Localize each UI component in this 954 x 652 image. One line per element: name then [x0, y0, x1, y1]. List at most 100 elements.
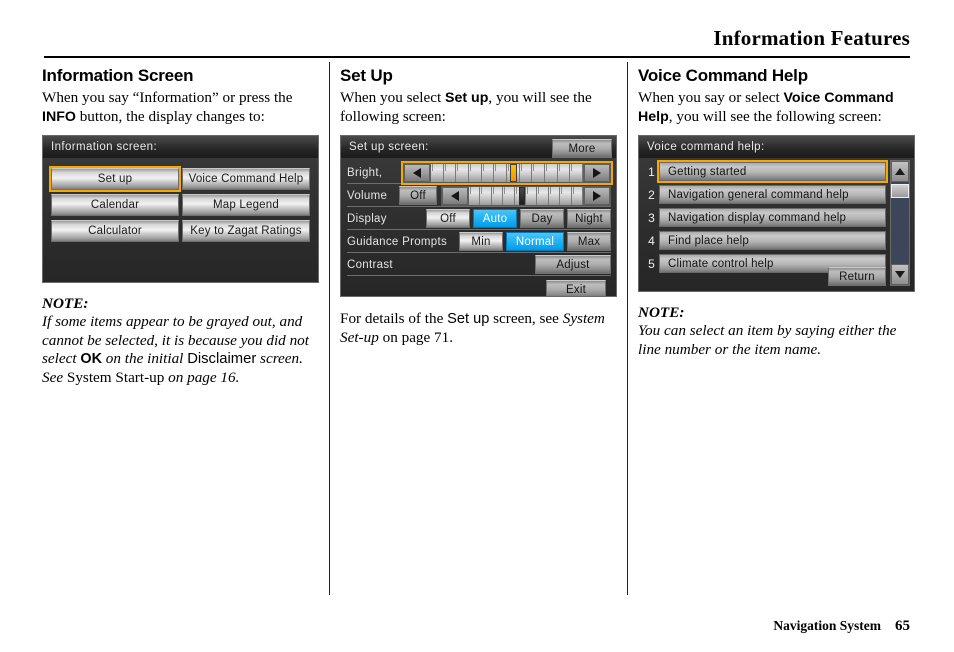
guidance-option-min[interactable]: Min — [459, 232, 503, 251]
vch-return-button[interactable]: Return — [828, 267, 886, 286]
setup-row-bright: Bright, — [347, 160, 613, 185]
column-voice-command-help: Voice Command Help When you say or selec… — [638, 66, 915, 359]
guidance-option-normal[interactable]: Normal — [506, 232, 564, 251]
setup-label-volume: Volume — [347, 189, 388, 202]
guidance-option-max[interactable]: Max — [567, 232, 611, 251]
display-option-group: Off Auto Day Night — [426, 209, 611, 228]
note-col1-disclaimer: Disclaimer — [187, 351, 257, 367]
bright-slider-thumb[interactable] — [510, 163, 518, 182]
note-label-col1: NOTE: — [42, 295, 89, 312]
setup-more-button[interactable]: More — [552, 139, 612, 158]
set-up-screen-mock: Set up screen: More Bright, Volume Off D… — [340, 135, 617, 297]
page-title: Information Features — [713, 26, 910, 50]
vch-item-find-place-help[interactable]: Find place help — [659, 231, 886, 250]
vch-return-row: Return — [828, 267, 886, 286]
section-heading-set-up: Set Up — [340, 66, 393, 85]
page-footer: Navigation System 65 — [773, 618, 910, 635]
setup-row-divider-3 — [347, 229, 611, 230]
column-set-up: Set Up When you select Set up, you will … — [340, 66, 617, 347]
vch-screen-titlebar: Voice command help: — [639, 136, 914, 158]
info-button-map-legend[interactable]: Map Legend — [182, 194, 310, 216]
information-screen-titlebar: Information screen: — [43, 136, 318, 158]
setup-ref-setup-label: Set up — [447, 311, 490, 327]
section-heading-voice-command-help: Voice Command Help — [638, 66, 808, 85]
vch-item-number-3: 3 — [648, 210, 655, 225]
setup-row-divider-5 — [347, 275, 611, 276]
vch-item-number-4: 4 — [648, 233, 655, 248]
note-body-col1: If some items appear to be grayed out, a… — [42, 313, 319, 387]
information-intro-paragraph: When you say “Information” or press the … — [42, 89, 319, 126]
volume-slider[interactable] — [441, 185, 611, 206]
note-col1-part-d: on page 16. — [164, 368, 240, 386]
note-col1-ok: OK — [80, 351, 102, 367]
setup-ref-part-a: For details of the — [340, 310, 448, 327]
vch-scroll-track[interactable] — [891, 182, 909, 264]
vch-item-list: 1 Getting started 2 Navigation general c… — [639, 158, 914, 274]
list-item[interactable]: 2 Navigation general command help — [644, 184, 886, 205]
bright-slider[interactable] — [401, 160, 613, 185]
information-screen-button-grid: Set up Voice Command Help Calendar Map L… — [43, 158, 318, 242]
vch-item-getting-started[interactable]: Getting started — [657, 160, 888, 183]
vch-item-navigation-general-command-help[interactable]: Navigation general command help — [659, 185, 886, 204]
setup-rows: Bright, Volume Off Display Off Auto Day … — [341, 158, 616, 296]
column-divider-1 — [329, 62, 330, 595]
vch-item-number-1: 1 — [648, 164, 655, 179]
volume-decrease-arrow-icon[interactable] — [442, 186, 468, 205]
list-item[interactable]: 3 Navigation display command help — [644, 207, 886, 228]
footer-book-title: Navigation System — [773, 618, 881, 633]
setup-row-divider-2 — [347, 206, 611, 207]
info-button-calculator[interactable]: Calculator — [51, 220, 179, 242]
vch-item-number-5: 5 — [648, 256, 655, 271]
setup-ref-part-e: on page 71. — [378, 328, 454, 346]
vch-intro-part-a: When you say or select — [638, 89, 784, 106]
setup-intro-paragraph: When you select Set up, you will see the… — [340, 89, 617, 126]
info-button-voice-command-help[interactable]: Voice Command Help — [182, 168, 310, 190]
note-label-col3: NOTE: — [638, 304, 685, 321]
section-heading-information-screen: Information Screen — [42, 66, 194, 85]
column-divider-2 — [627, 62, 628, 595]
volume-slider-thumb[interactable] — [519, 186, 526, 205]
setup-row-divider-4 — [347, 252, 611, 253]
volume-slider-track[interactable] — [468, 186, 584, 205]
list-item[interactable]: 1 Getting started — [644, 160, 888, 183]
manual-page: Information Features Information Screen … — [0, 0, 954, 652]
setup-row-volume: Volume Off — [347, 185, 611, 206]
setup-intro-setup-label: Set up — [445, 90, 489, 106]
display-option-day[interactable]: Day — [520, 209, 564, 228]
info-button-set-up[interactable]: Set up — [49, 166, 181, 192]
voice-command-help-screen-mock: Voice command help: 1 Getting started 2 … — [638, 135, 915, 292]
vch-item-number-2: 2 — [648, 187, 655, 202]
setup-row-divider-1 — [347, 183, 611, 184]
vch-intro-paragraph: When you say or select Voice Command Hel… — [638, 89, 915, 126]
footer-page-number: 65 — [895, 618, 910, 634]
setup-exit-button[interactable]: Exit — [546, 280, 606, 296]
information-screen-mock: Information screen: Set up Voice Command… — [42, 135, 319, 283]
vch-item-navigation-display-command-help[interactable]: Navigation display command help — [659, 208, 886, 227]
bright-increase-arrow-icon[interactable] — [584, 163, 610, 182]
scroll-down-arrow-icon[interactable] — [891, 264, 909, 285]
setup-row-guidance-prompts: Guidance Prompts Min Normal Max — [347, 231, 611, 252]
display-option-auto[interactable]: Auto — [473, 209, 517, 228]
info-button-calendar[interactable]: Calendar — [51, 194, 179, 216]
list-item[interactable]: 4 Find place help — [644, 230, 886, 251]
info-button-name: INFO — [42, 108, 76, 125]
info-button-key-to-zagat-ratings[interactable]: Key to Zagat Ratings — [182, 220, 310, 242]
setup-row-contrast: Contrast Adjust — [347, 254, 611, 275]
vch-scroll-thumb[interactable] — [891, 184, 909, 198]
display-option-night[interactable]: Night — [567, 209, 611, 228]
volume-increase-arrow-icon[interactable] — [584, 186, 610, 205]
volume-off-button[interactable]: Off — [399, 186, 437, 205]
vch-intro-part-c: , you will see the following screen: — [668, 107, 882, 125]
bright-decrease-arrow-icon[interactable] — [404, 163, 430, 182]
info-intro-part-a: When you say “Information” or press the — [42, 89, 293, 106]
vch-scrollbar[interactable] — [890, 160, 910, 286]
scroll-up-arrow-icon[interactable] — [891, 161, 909, 182]
setup-intro-part-a: When you select — [340, 89, 446, 106]
header-rule — [44, 56, 910, 58]
setup-label-bright: Bright, — [347, 166, 383, 179]
display-option-off[interactable]: Off — [426, 209, 470, 228]
note-col1-system-startup: System Start-up — [66, 368, 165, 386]
bright-slider-track[interactable] — [430, 163, 584, 182]
contrast-adjust-button[interactable]: Adjust — [535, 255, 611, 274]
note-col1-part-b: on the initial — [101, 350, 188, 367]
